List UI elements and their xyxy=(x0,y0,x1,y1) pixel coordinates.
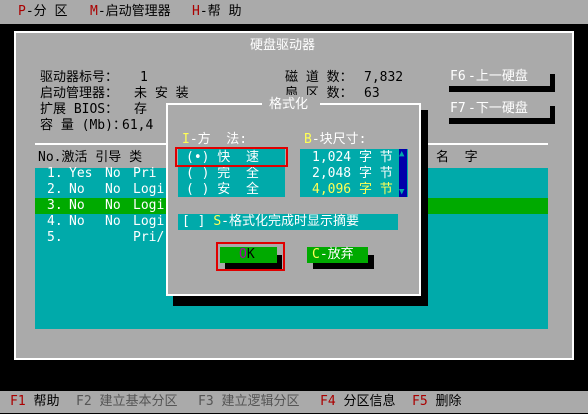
f1-help-action[interactable]: F1 帮助 xyxy=(10,394,60,410)
summary-checkbox[interactable]: [ ] S-格式化完成时显示摘要 xyxy=(182,214,359,230)
table-row[interactable]: 5. Pri/ xyxy=(35,230,165,246)
table-row[interactable]: 4. No No Logi xyxy=(35,214,165,230)
f5-delete-action[interactable]: F5 删除 xyxy=(412,394,462,410)
f2-create-primary-action[interactable]: F2 建立基本分区 xyxy=(76,394,178,410)
prev-disk-button[interactable]: F6 -上一硬盘 xyxy=(444,68,550,86)
bios-value: 存 xyxy=(134,102,148,117)
boot-manager-value: 未 安 装 xyxy=(134,86,189,101)
cylinders-label: 磁 道 数： xyxy=(285,70,353,85)
scroll-up-icon[interactable]: ▲ xyxy=(399,149,404,159)
next-disk-button[interactable]: F7 -下一硬盘 xyxy=(444,100,550,118)
drive-number-label: 驱动器标号： xyxy=(40,70,119,85)
menu-partition[interactable]: P-分 区 xyxy=(18,4,67,20)
cancel-button[interactable]: C-放弃 xyxy=(307,247,368,263)
partition-header-left: No.激活 引导 类 xyxy=(38,150,143,165)
method-full-radio[interactable]: ( ) 完 全 xyxy=(186,166,259,182)
ok-highlight-frame xyxy=(216,242,285,271)
quick-highlight-frame xyxy=(175,147,288,167)
cylinders-value: 7,832 xyxy=(364,70,404,85)
scroll-down-icon[interactable]: ▼ xyxy=(399,187,404,197)
method-secure-radio[interactable]: ( ) 安 全 xyxy=(186,182,259,198)
table-row[interactable]: 1. Yes No Pri xyxy=(35,166,165,182)
table-row[interactable]: 3. No No Logi xyxy=(35,198,165,214)
block-size-label: B-块尺寸: xyxy=(304,132,367,147)
menu-help[interactable]: H-帮 助 xyxy=(192,4,241,20)
partition-header-name: 名 字 xyxy=(436,150,478,165)
boot-manager-label: 启动管理器： xyxy=(40,86,119,101)
drive-number-value: 1 xyxy=(140,70,148,85)
menu-bar: P-分 区 M-启动管理器 H-帮 助 xyxy=(0,0,588,24)
block-size-option[interactable]: 2,048 字 节 xyxy=(312,166,393,182)
table-row[interactable]: 2. No No Logi xyxy=(35,182,165,198)
capacity-label: 容 量 (Mb)： xyxy=(40,118,126,133)
block-size-option[interactable]: 1,024 字 节 xyxy=(312,150,393,166)
format-dialog-title: 格式化 xyxy=(269,97,309,112)
sectors-value: 63 xyxy=(364,86,380,101)
partition-rows: 1. Yes No Pri 2. No No Logi 3. No No Log… xyxy=(35,166,165,246)
capacity-value: 61,4 xyxy=(122,118,154,133)
f3-create-logical-action[interactable]: F3 建立逻辑分区 xyxy=(198,394,300,410)
block-size-scrollbar[interactable]: ▲ ▼ xyxy=(399,149,407,197)
bios-label: 扩展 BIOS： xyxy=(40,102,119,117)
disk-panel-title: 硬盘驱动器 xyxy=(250,38,316,53)
f4-partition-info-action[interactable]: F4 分区信息 xyxy=(320,394,396,410)
method-label: I-方 法: xyxy=(182,132,248,147)
block-size-option-selected[interactable]: 4,096 字 节 xyxy=(312,182,393,198)
menu-boot-manager[interactable]: M-启动管理器 xyxy=(90,4,171,20)
